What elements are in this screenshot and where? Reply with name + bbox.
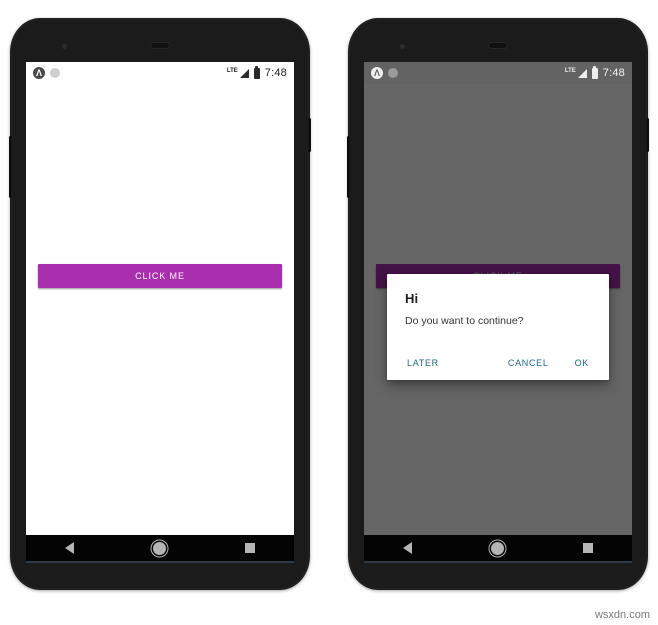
power-button[interactable] xyxy=(308,118,311,152)
dialog-message: Do you want to continue? xyxy=(405,315,524,327)
earpiece-speaker-icon xyxy=(150,42,170,49)
click-me-button[interactable]: CLICK ME xyxy=(38,264,282,288)
phone-dialog-state: Λ LTE 7:48 CLICK ME Hi Do you want to co… xyxy=(347,18,649,590)
recents-button-icon[interactable] xyxy=(244,543,255,553)
volume-button[interactable] xyxy=(9,136,12,198)
notification-dot-icon xyxy=(388,68,398,78)
status-bar: Λ LTE 7:48 xyxy=(26,62,294,84)
dialog-later-button[interactable]: LATER xyxy=(405,355,441,371)
power-button[interactable] xyxy=(646,118,649,152)
status-bar: Λ LTE 7:48 xyxy=(364,62,632,84)
back-button-icon[interactable] xyxy=(65,542,75,554)
screen-bottom-edge xyxy=(26,561,294,563)
dialog-cancel-button[interactable]: CANCEL xyxy=(506,355,551,371)
phone-screen-default: Λ LTE 7:48 CLICK ME xyxy=(26,62,294,535)
home-button-icon[interactable] xyxy=(152,541,166,555)
status-bar-left: Λ xyxy=(33,67,60,79)
navigation-bar xyxy=(364,535,632,561)
app-content-default: CLICK ME xyxy=(26,84,294,535)
screen-bottom-edge xyxy=(364,561,632,563)
battery-full-icon xyxy=(253,65,260,79)
front-camera-icon xyxy=(62,44,67,49)
status-bar-clock: 7:48 xyxy=(264,67,287,79)
app-notification-icon: Λ xyxy=(371,67,383,79)
watermark: wsxdn.com xyxy=(594,609,650,621)
recents-button-icon[interactable] xyxy=(582,543,593,553)
dialog-actions: LATER CANCEL OK xyxy=(405,355,591,371)
front-camera-icon xyxy=(400,44,405,49)
back-button-icon[interactable] xyxy=(403,542,413,554)
alert-dialog: Hi Do you want to continue? LATER CANCEL… xyxy=(387,274,609,380)
status-bar-right: LTE 7:48 xyxy=(564,65,625,79)
volume-button[interactable] xyxy=(347,136,350,198)
phone-screen-dialog: Λ LTE 7:48 CLICK ME Hi Do you want to co… xyxy=(364,62,632,535)
status-bar-right: LTE 7:48 xyxy=(226,65,287,79)
phone-default-state: Λ LTE 7:48 CLICK ME xyxy=(9,18,311,590)
home-button-icon[interactable] xyxy=(490,541,504,555)
network-type-label: LTE xyxy=(564,67,576,74)
network-type-label: LTE xyxy=(226,67,238,74)
signal-bars-icon xyxy=(239,68,249,78)
status-bar-left: Λ xyxy=(371,67,398,79)
app-content-dialog: CLICK ME Hi Do you want to continue? LAT… xyxy=(364,84,632,535)
dialog-title: Hi xyxy=(405,291,419,306)
app-notification-icon: Λ xyxy=(33,67,45,79)
earpiece-speaker-icon xyxy=(488,42,508,49)
battery-full-icon xyxy=(591,65,598,79)
dialog-ok-button[interactable]: OK xyxy=(573,355,591,371)
signal-bars-icon xyxy=(577,68,587,78)
status-bar-clock: 7:48 xyxy=(602,67,625,79)
notification-dot-icon xyxy=(50,68,60,78)
navigation-bar xyxy=(26,535,294,561)
